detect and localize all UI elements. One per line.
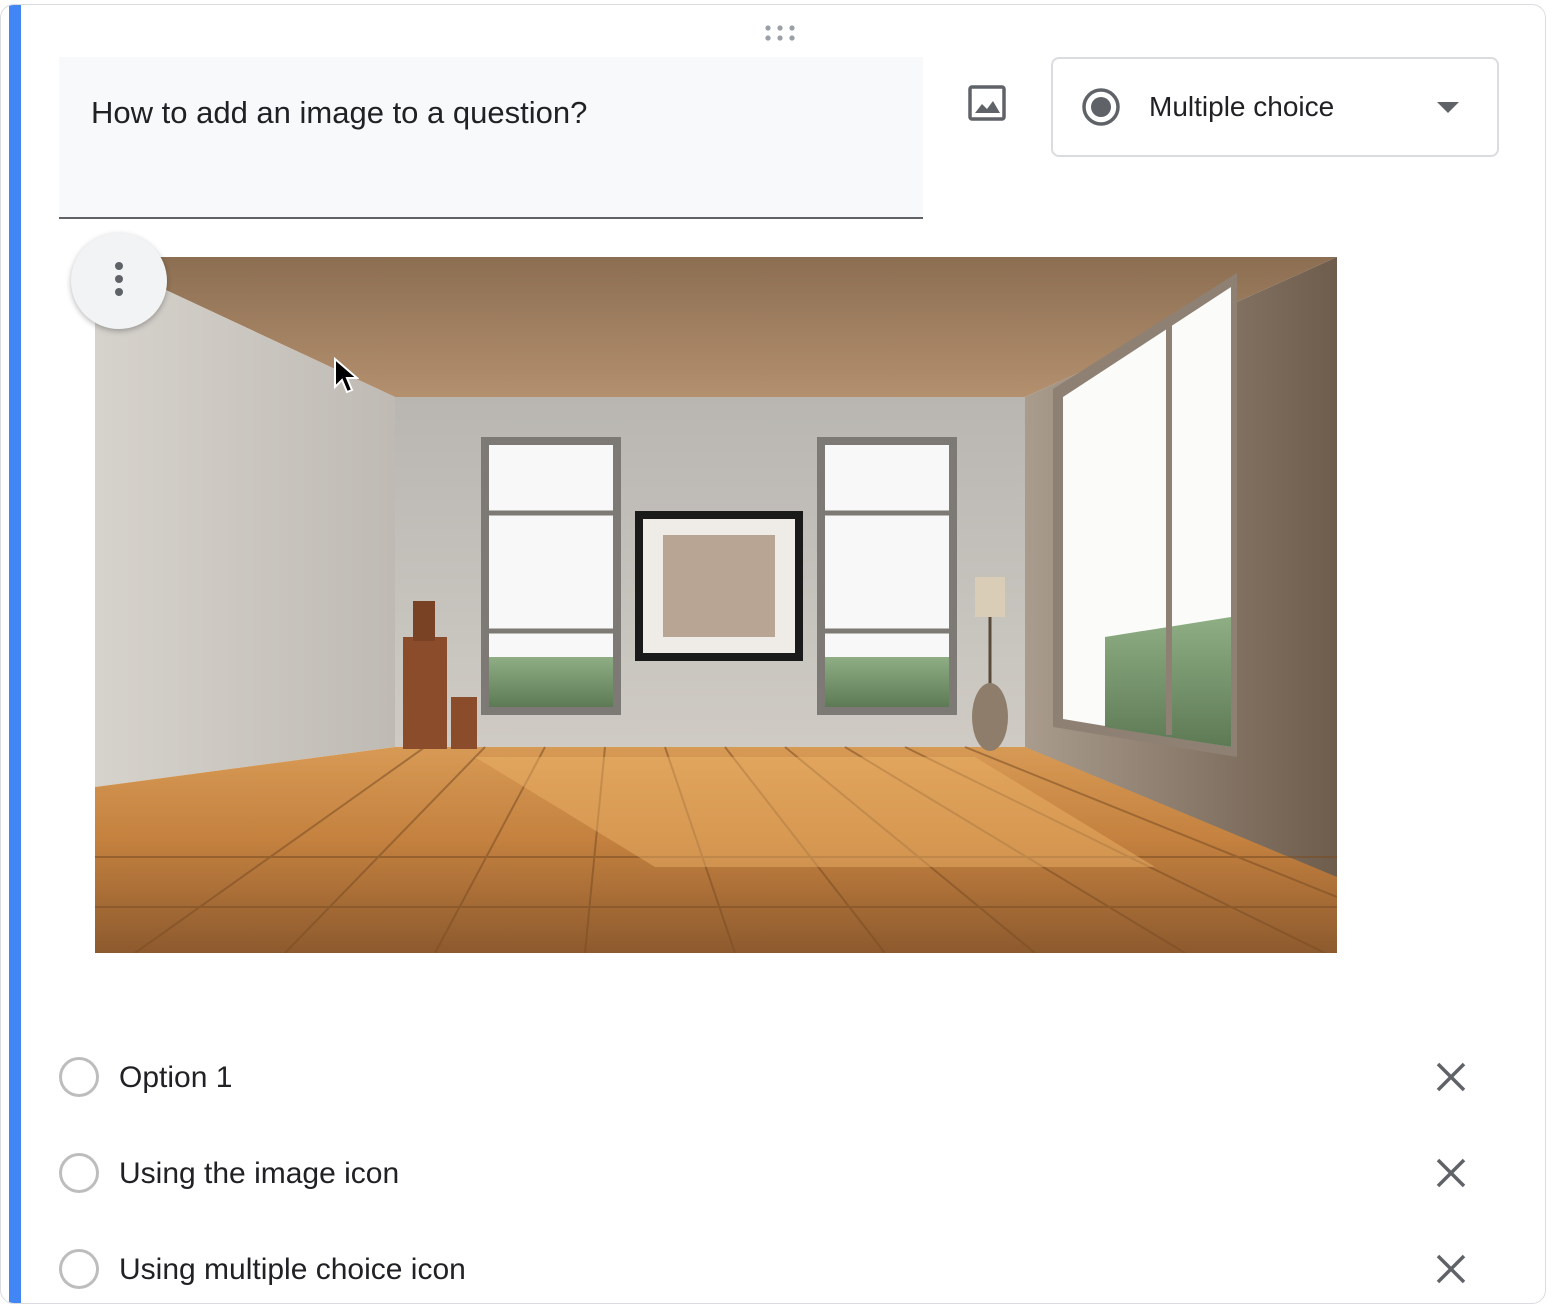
option-row[interactable]: Using the image icon <box>59 1143 1499 1203</box>
close-icon <box>1436 1062 1466 1092</box>
option-radio <box>59 1153 99 1193</box>
add-image-button[interactable] <box>957 75 1017 135</box>
question-type-label: Multiple choice <box>1149 91 1335 122</box>
option-radio <box>59 1057 99 1097</box>
option-label[interactable]: Option 1 <box>119 1061 232 1095</box>
dropdown-arrow-icon <box>1437 101 1459 119</box>
image-icon <box>968 84 1006 126</box>
question-title-text: How to add an image to a question? <box>91 95 588 130</box>
remove-option-button[interactable] <box>1431 1057 1471 1097</box>
active-card-indicator <box>9 5 21 1303</box>
option-label[interactable]: Using the image icon <box>119 1157 399 1191</box>
option-row[interactable]: Option 1 <box>59 1047 1499 1107</box>
more-vert-icon <box>113 261 125 302</box>
option-label[interactable]: Using multiple choice icon <box>119 1253 466 1287</box>
remove-option-button[interactable] <box>1431 1249 1471 1289</box>
image-options-button[interactable] <box>71 233 167 329</box>
close-icon <box>1436 1158 1466 1188</box>
question-type-dropdown[interactable]: Multiple choice <box>1051 57 1499 157</box>
question-image[interactable] <box>95 257 1337 953</box>
drag-handle-icon[interactable] <box>763 23 799 43</box>
question-card[interactable]: How to add an image to a question? Multi… <box>0 4 1546 1304</box>
question-title-input[interactable]: How to add an image to a question? <box>59 57 923 219</box>
option-row[interactable]: Using multiple choice icon <box>59 1239 1499 1299</box>
remove-option-button[interactable] <box>1431 1153 1471 1193</box>
radio-button-checked-icon <box>1081 87 1121 132</box>
option-radio <box>59 1249 99 1289</box>
